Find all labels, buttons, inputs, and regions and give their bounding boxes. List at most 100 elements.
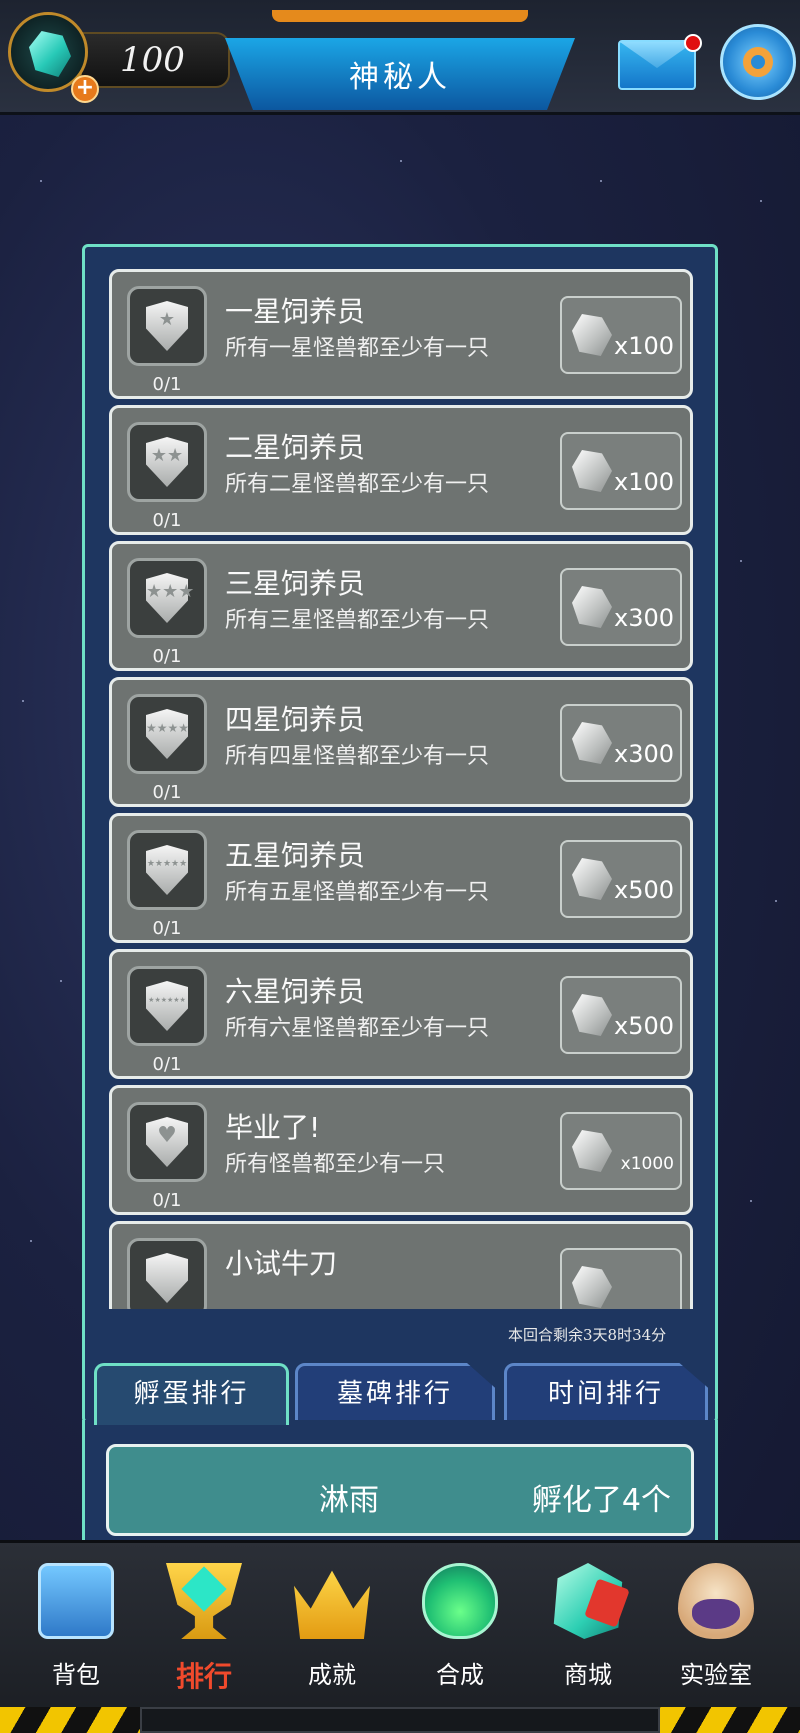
nav-backpack[interactable]: 背包 (16, 1563, 136, 1703)
reward-claim-button[interactable]: x500 (560, 840, 682, 918)
achievement-card[interactable]: ★★★★★★ 0/1 六星饲养员 所有六星怪兽都至少有一只 x500 (109, 949, 693, 1079)
achievement-progress: 0/1 (152, 1054, 182, 1075)
top-bar: 100 + 神秘人 (0, 0, 800, 115)
achievement-title: 五星饲养员 (225, 839, 366, 872)
achievement-desc: 所有怪兽都至少有一只 (225, 1152, 446, 1177)
nav-label: 成就 (308, 1661, 356, 1689)
reward-claim-button[interactable]: x300 (560, 704, 682, 782)
achievement-desc: 所有五星怪兽都至少有一只 (225, 880, 490, 905)
shield-badge-icon (146, 1253, 188, 1303)
achievement-title: 二星饲养员 (225, 431, 366, 464)
achievement-title: 三星饲养员 (225, 567, 366, 600)
gem-currency-button[interactable]: + (8, 12, 99, 103)
achievement-progress: 0/1 (152, 1190, 182, 1211)
backpack-icon (38, 1563, 114, 1639)
add-gems-icon[interactable]: + (71, 75, 99, 103)
nav-label: 排行 (175, 1660, 232, 1693)
ranking-result: 孵化了4个 (531, 1483, 671, 1518)
round-countdown: 本回合剩余3天8时34分 (508, 1326, 667, 1344)
nav-shop[interactable]: 商城 (528, 1563, 648, 1703)
nav-label: 背包 (52, 1661, 100, 1689)
nav-achievements[interactable]: 成就 (272, 1563, 392, 1703)
badge-frame: ★★★★★★ (127, 966, 207, 1046)
reward-claim-button[interactable]: x500 (560, 976, 682, 1054)
nav-ranking[interactable]: 排行 (144, 1563, 264, 1703)
badge-frame: ★★★★ (127, 694, 207, 774)
heart-icon: ♥ (157, 1123, 177, 1148)
achievement-desc: 所有二星怪兽都至少有一只 (225, 472, 490, 497)
diamond-icon (572, 314, 612, 356)
reward-claim-button[interactable]: x300 (560, 568, 682, 646)
achievement-card[interactable]: ★ 0/1 一星饲养员 所有一星怪兽都至少有一只 x100 (109, 269, 693, 399)
badge-frame (127, 1238, 207, 1309)
nav-synthesis[interactable]: 合成 (400, 1563, 520, 1703)
reward-amount: x500 (613, 1012, 674, 1040)
tab-time-ranking[interactable]: 时间排行 (504, 1363, 708, 1425)
bottom-center-plate (140, 1707, 660, 1733)
nav-label: 商城 (564, 1661, 612, 1689)
badge-star-icon: ★★★★★★ (148, 996, 186, 1004)
gem-icon (29, 31, 71, 77)
mail-notification-dot (684, 34, 702, 52)
badge-frame: ♥ (127, 1102, 207, 1182)
achievement-title: 四星饲养员 (225, 703, 366, 736)
achievement-panel: ★ 0/1 一星饲养员 所有一星怪兽都至少有一只 x100 ★★ 0/1 二星饲… (82, 244, 718, 1424)
achievement-list[interactable]: ★ 0/1 一星饲养员 所有一星怪兽都至少有一只 x100 ★★ 0/1 二星饲… (109, 269, 693, 1309)
gear-icon (743, 47, 773, 77)
player-name-title: 神秘人 (349, 60, 451, 95)
achievement-card[interactable]: ★★★★ 0/1 四星饲养员 所有四星怪兽都至少有一只 x300 (109, 677, 693, 807)
badge-star-icon: ★★ (150, 445, 184, 466)
tab-hatch-ranking[interactable]: 孵蛋排行 (94, 1363, 289, 1425)
achievement-desc: 所有六星怪兽都至少有一只 (225, 1016, 490, 1041)
reward-amount: x100 (613, 332, 674, 360)
achievement-progress: 0/1 (152, 510, 182, 531)
settings-button[interactable] (720, 24, 796, 100)
achievement-card[interactable]: ★★★ 0/1 三星饲养员 所有三星怪兽都至少有一只 x300 (109, 541, 693, 671)
diamond-icon (572, 450, 612, 492)
reward-amount: x100 (613, 468, 674, 496)
badge-frame: ★★ (127, 422, 207, 502)
gem-balance: 100 (80, 32, 230, 88)
mail-icon (620, 42, 694, 68)
diamond-icon (572, 994, 612, 1036)
tab-tombstone-ranking[interactable]: 墓碑排行 (295, 1363, 495, 1425)
reward-amount: x1000 (620, 1154, 674, 1174)
diamond-icon (572, 586, 612, 628)
achievement-card[interactable]: 小试牛刀 (109, 1221, 693, 1309)
bottom-nav: 背包 排行 成就 合成 商城 实验室 (0, 1540, 800, 1733)
achievement-card[interactable]: ♥ 0/1 毕业了! 所有怪兽都至少有一只 x1000 (109, 1085, 693, 1215)
reward-claim-button[interactable]: x1000 (560, 1112, 682, 1190)
achievement-title: 毕业了! (225, 1111, 321, 1144)
diamond-icon (572, 1266, 612, 1308)
badge-star-icon: ★★★ (146, 581, 195, 602)
nav-label: 合成 (436, 1661, 484, 1689)
reward-amount: x300 (613, 740, 674, 768)
badge-frame: ★★★ (127, 558, 207, 638)
diamond-icon (572, 722, 612, 764)
ranking-row[interactable]: 淋雨 孵化了4个 (106, 1444, 694, 1536)
diamond-icon (572, 1130, 612, 1172)
reward-amount: x500 (613, 876, 674, 904)
achievement-desc: 所有三星怪兽都至少有一只 (225, 608, 490, 633)
reward-claim-button[interactable] (560, 1248, 682, 1309)
badge-frame: ★★★★★ (127, 830, 207, 910)
flask-icon (422, 1563, 498, 1639)
ranking-player-name: 淋雨 (319, 1483, 379, 1518)
badge-star-icon: ★★★★ (146, 721, 190, 735)
reward-claim-button[interactable]: x100 (560, 296, 682, 374)
achievement-progress: 0/1 (152, 782, 182, 803)
nav-lab[interactable]: 实验室 (656, 1563, 776, 1703)
egg-face-icon (692, 1599, 740, 1629)
badge-star-icon: ★★★★★ (146, 859, 188, 869)
achievement-desc: 所有四星怪兽都至少有一只 (225, 744, 490, 769)
title-accent-strip (272, 10, 528, 22)
reward-amount: x300 (613, 604, 674, 632)
badge-star-icon: ★ (158, 309, 176, 330)
achievement-card[interactable]: ★★ 0/1 二星饲养员 所有二星怪兽都至少有一只 x100 (109, 405, 693, 535)
crown-icon (294, 1570, 370, 1639)
achievement-card[interactable]: ★★★★★ 0/1 五星饲养员 所有五星怪兽都至少有一只 x500 (109, 813, 693, 943)
achievement-title: 六星饲养员 (225, 975, 366, 1008)
reward-claim-button[interactable]: x100 (560, 432, 682, 510)
achievement-progress: 0/1 (152, 374, 182, 395)
achievement-progress: 0/1 (152, 646, 182, 667)
